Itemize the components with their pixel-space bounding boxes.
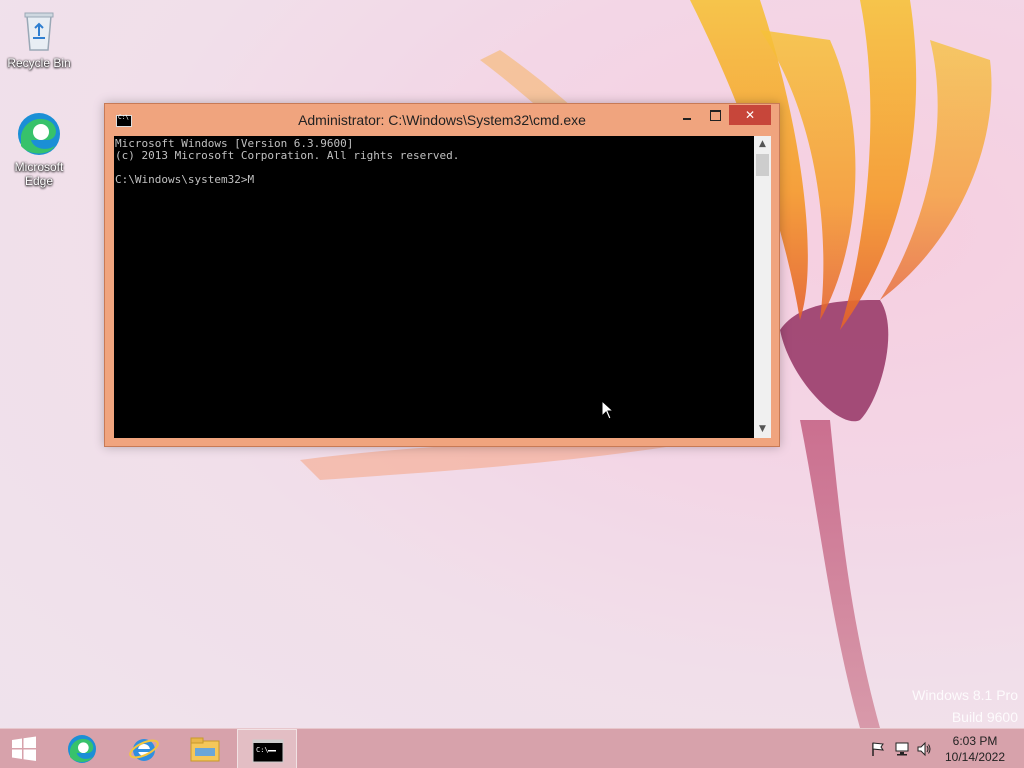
desktop-icon-label: Microsoft Edge: [14, 160, 64, 188]
console-output[interactable]: Microsoft Windows [Version 6.3.9600] (c) …: [114, 136, 754, 438]
svg-text:C:\: C:\: [256, 746, 269, 754]
edge-icon: [18, 113, 60, 155]
cmd-icon: C:\: [252, 739, 284, 763]
internet-explorer-icon: [129, 739, 159, 761]
edge-icon: [68, 735, 96, 763]
mouse-pointer-icon: [601, 400, 615, 420]
network-icon[interactable]: [894, 741, 910, 757]
console-prompt: C:\Windows\system32>M: [115, 173, 255, 186]
scrollbar-thumb[interactable]: [756, 154, 769, 176]
taskbar-internet-explorer-button[interactable]: [114, 729, 174, 768]
scroll-down-arrow-icon[interactable]: ▼: [754, 421, 771, 438]
maximize-button[interactable]: [701, 105, 729, 125]
clock[interactable]: 6:03 PM 10/14/2022: [940, 733, 1010, 765]
close-button[interactable]: ✕: [729, 105, 771, 125]
file-explorer-icon: [190, 737, 220, 762]
desktop-icon-recycle-bin[interactable]: Recycle Bin: [1, 6, 77, 70]
system-tray: 6:03 PM 10/14/2022: [864, 729, 1024, 768]
volume-icon[interactable]: [916, 741, 932, 757]
watermark-build: Build 9600: [951, 709, 1018, 725]
start-button[interactable]: [0, 729, 48, 768]
clock-date: 10/14/2022: [944, 750, 1006, 764]
minimize-button[interactable]: [673, 105, 701, 125]
start-icon: [12, 736, 36, 761]
recycle-bin-icon: [24, 12, 54, 51]
window-titlebar[interactable]: Administrator: C:\Windows\System32\cmd.e…: [105, 104, 779, 136]
taskbar: C:\ 6:03 PM 10/14/2022: [0, 728, 1024, 768]
desktop-icon-label: Recycle Bin: [7, 56, 71, 70]
cmd-window[interactable]: Administrator: C:\Windows\System32\cmd.e…: [104, 103, 780, 447]
desktop-icon-microsoft-edge[interactable]: Microsoft Edge: [1, 110, 77, 188]
os-watermark: Windows 8.1 Pro Build 9600: [912, 684, 1018, 728]
flag-icon[interactable]: [870, 741, 886, 757]
scroll-up-arrow-icon[interactable]: ▲: [754, 136, 771, 153]
watermark-edition: Windows 8.1 Pro: [912, 687, 1018, 703]
taskbar-file-explorer-button[interactable]: [175, 729, 235, 768]
taskbar-edge-button[interactable]: [52, 729, 112, 768]
console-line: (c) 2013 Microsoft Corporation. All righ…: [115, 149, 460, 162]
taskbar-cmd-button[interactable]: C:\: [237, 729, 297, 768]
vertical-scrollbar[interactable]: ▲ ▼: [754, 136, 771, 438]
clock-time: 6:03 PM: [952, 734, 998, 748]
